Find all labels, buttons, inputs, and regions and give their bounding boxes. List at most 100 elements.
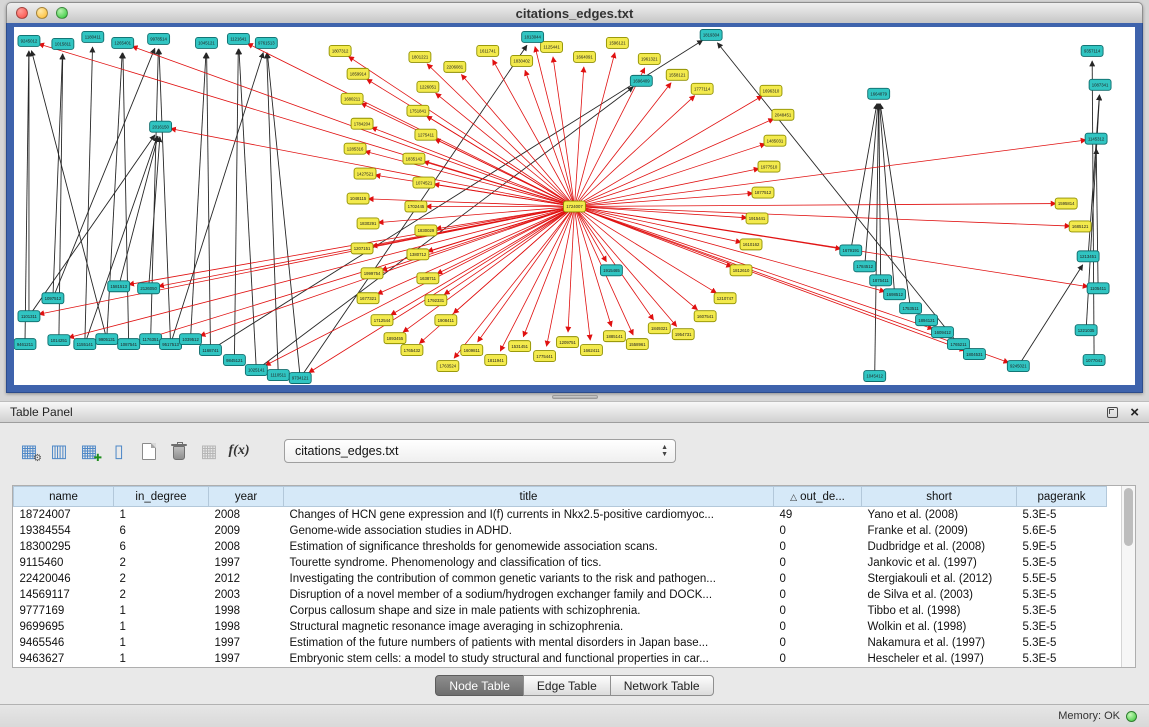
table-selector-dropdown[interactable]: citations_edges.txt ▲▼ bbox=[284, 439, 676, 463]
network-canvas[interactable]: 1724007180731218599141680211178420412853… bbox=[14, 27, 1135, 385]
column-header-out_de[interactable]: △out_de... bbox=[774, 487, 862, 507]
graph-node[interactable]: 2048451 bbox=[772, 109, 794, 120]
select-columns-icon[interactable]: ▦✚ bbox=[76, 438, 102, 464]
graph-edge[interactable] bbox=[170, 129, 574, 207]
graph-edge[interactable] bbox=[568, 206, 574, 332]
graph-node[interactable]: 1045412 bbox=[864, 371, 886, 382]
graph-node[interactable]: 1125441 bbox=[541, 41, 563, 52]
graph-node[interactable]: 1485031 bbox=[764, 135, 786, 146]
graph-node[interactable]: 1097512 bbox=[42, 293, 64, 304]
graph-node[interactable]: 1110511 bbox=[267, 370, 289, 381]
graph-edge[interactable] bbox=[478, 206, 575, 341]
graph-node[interactable]: 1859914 bbox=[347, 68, 369, 79]
table-row[interactable]: 2242004622012Investigating the contribut… bbox=[14, 571, 1107, 587]
graph-node[interactable]: 1168741 bbox=[200, 345, 222, 356]
close-panel-icon[interactable]: × bbox=[1130, 407, 1139, 418]
graph-node[interactable]: 1596121 bbox=[606, 37, 628, 48]
graph-node[interactable]: 1813044 bbox=[522, 31, 544, 42]
graph-edge[interactable] bbox=[434, 184, 575, 206]
graph-node[interactable]: 1558961 bbox=[626, 339, 648, 350]
graph-edge[interactable] bbox=[575, 206, 607, 261]
graph-edge[interactable] bbox=[879, 104, 894, 294]
graph-node[interactable]: 1155141 bbox=[74, 339, 96, 350]
graph-node[interactable]: 1209751 bbox=[557, 337, 579, 348]
column-header-name[interactable]: name bbox=[14, 487, 114, 507]
graph-edge[interactable] bbox=[851, 104, 877, 251]
graph-edge[interactable] bbox=[454, 206, 574, 358]
graph-node[interactable]: 1145312 bbox=[1085, 133, 1107, 144]
graph-node[interactable]: 1812610 bbox=[730, 265, 752, 276]
graph-node[interactable]: 9905131 bbox=[96, 334, 118, 345]
graph-node[interactable]: 1696310 bbox=[760, 85, 782, 96]
graph-edge[interactable] bbox=[575, 140, 1087, 207]
graph-node[interactable]: 1885141 bbox=[603, 331, 625, 342]
graph-edge[interactable] bbox=[575, 206, 934, 328]
table-row[interactable]: 977716911998Corpus callosum shape and si… bbox=[14, 603, 1107, 619]
panel-resize-grip[interactable] bbox=[552, 395, 598, 399]
graph-node[interactable]: 1830402 bbox=[511, 55, 533, 66]
show-columns-icon[interactable]: ▥ bbox=[46, 438, 72, 464]
graph-node[interactable]: 1101311 bbox=[18, 311, 40, 322]
table-row[interactable]: 1872400712008Changes of HCN gene express… bbox=[14, 507, 1107, 523]
graph-edge[interactable] bbox=[123, 53, 129, 344]
graph-edge[interactable] bbox=[865, 104, 878, 267]
graph-node[interactable]: 1087341 bbox=[1089, 79, 1111, 90]
graph-node[interactable]: 1662411 bbox=[580, 345, 602, 356]
graph-node[interactable]: 9461211 bbox=[14, 339, 36, 350]
graph-node[interactable]: 1176351 bbox=[140, 334, 162, 345]
graph-node[interactable]: 1221035 bbox=[1075, 325, 1097, 336]
graph-node[interactable]: 1835142 bbox=[403, 153, 425, 164]
graph-node[interactable]: 1849321 bbox=[648, 323, 670, 334]
graph-edge[interactable] bbox=[247, 43, 574, 206]
graph-node[interactable]: 1607541 bbox=[694, 311, 716, 322]
row-options-icon[interactable]: ▯ bbox=[106, 438, 132, 464]
graph-edge[interactable] bbox=[1096, 149, 1098, 289]
graph-edge[interactable] bbox=[368, 199, 574, 207]
create-column-icon[interactable] bbox=[136, 438, 162, 464]
graph-node[interactable]: 1784204 bbox=[351, 118, 373, 129]
graph-node[interactable]: 1999754 bbox=[361, 268, 383, 279]
graph-node[interactable]: 1702445 bbox=[405, 201, 427, 212]
graph-edge[interactable] bbox=[575, 204, 1057, 207]
graph-node[interactable]: 1610162 bbox=[740, 239, 762, 250]
graph-node[interactable]: 1801221 bbox=[409, 51, 431, 62]
graph-node[interactable]: 1819304 bbox=[700, 29, 722, 40]
graph-node[interactable]: 1087541 bbox=[118, 339, 140, 350]
graph-node[interactable]: 2206081 bbox=[444, 61, 466, 72]
graph-edge[interactable] bbox=[85, 136, 158, 344]
graph-edge[interactable] bbox=[138, 206, 574, 341]
graph-edge[interactable] bbox=[437, 206, 575, 273]
graph-node[interactable]: 1830291 bbox=[357, 218, 379, 229]
graph-node[interactable]: 1877512 bbox=[752, 187, 774, 198]
graph-node[interactable]: 9845121 bbox=[223, 355, 245, 366]
graph-edge[interactable] bbox=[149, 137, 160, 289]
column-header-in_degree[interactable]: in_degree bbox=[114, 487, 209, 507]
graph-edge[interactable] bbox=[234, 49, 238, 360]
graph-node[interactable]: 1875411 bbox=[870, 275, 892, 286]
column-header-short[interactable]: short bbox=[862, 487, 1017, 507]
scrollbar-thumb[interactable] bbox=[1124, 488, 1133, 546]
tab-node-table[interactable]: Node Table bbox=[435, 675, 524, 696]
graph-node[interactable]: 1609811 bbox=[461, 345, 483, 356]
graph-node[interactable]: 1380712 bbox=[407, 249, 429, 260]
graph-node[interactable]: 1830029 bbox=[415, 225, 437, 236]
graph-node[interactable]: 1712544 bbox=[371, 315, 393, 326]
table-row[interactable]: 911546021997Tourette syndrome. Phenomeno… bbox=[14, 555, 1107, 571]
graph-edge[interactable] bbox=[39, 44, 575, 207]
graph-node[interactable]: 1609412 bbox=[932, 327, 954, 338]
graph-node[interactable]: 1915465 bbox=[600, 265, 622, 276]
graph-edge[interactable] bbox=[159, 49, 171, 344]
graph-edge[interactable] bbox=[151, 49, 159, 339]
graph-node[interactable]: 1045121 bbox=[196, 37, 218, 48]
graph-node[interactable]: 1751841 bbox=[407, 105, 429, 116]
graph-node[interactable]: 9978514 bbox=[148, 33, 170, 44]
graph-edge[interactable] bbox=[575, 206, 591, 340]
graph-edge[interactable] bbox=[575, 67, 584, 207]
graph-node[interactable]: 1039512 bbox=[180, 334, 202, 345]
graph-edge[interactable] bbox=[107, 53, 122, 339]
network-graph[interactable]: 1724007180731218599141680211178420412853… bbox=[14, 27, 1135, 385]
graph-node[interactable]: 1265401 bbox=[112, 37, 134, 48]
table-row[interactable]: 969969511998Structural magnetic resonanc… bbox=[14, 619, 1107, 635]
graph-edge[interactable] bbox=[171, 52, 264, 344]
graph-node[interactable]: 1961321 bbox=[638, 53, 660, 64]
